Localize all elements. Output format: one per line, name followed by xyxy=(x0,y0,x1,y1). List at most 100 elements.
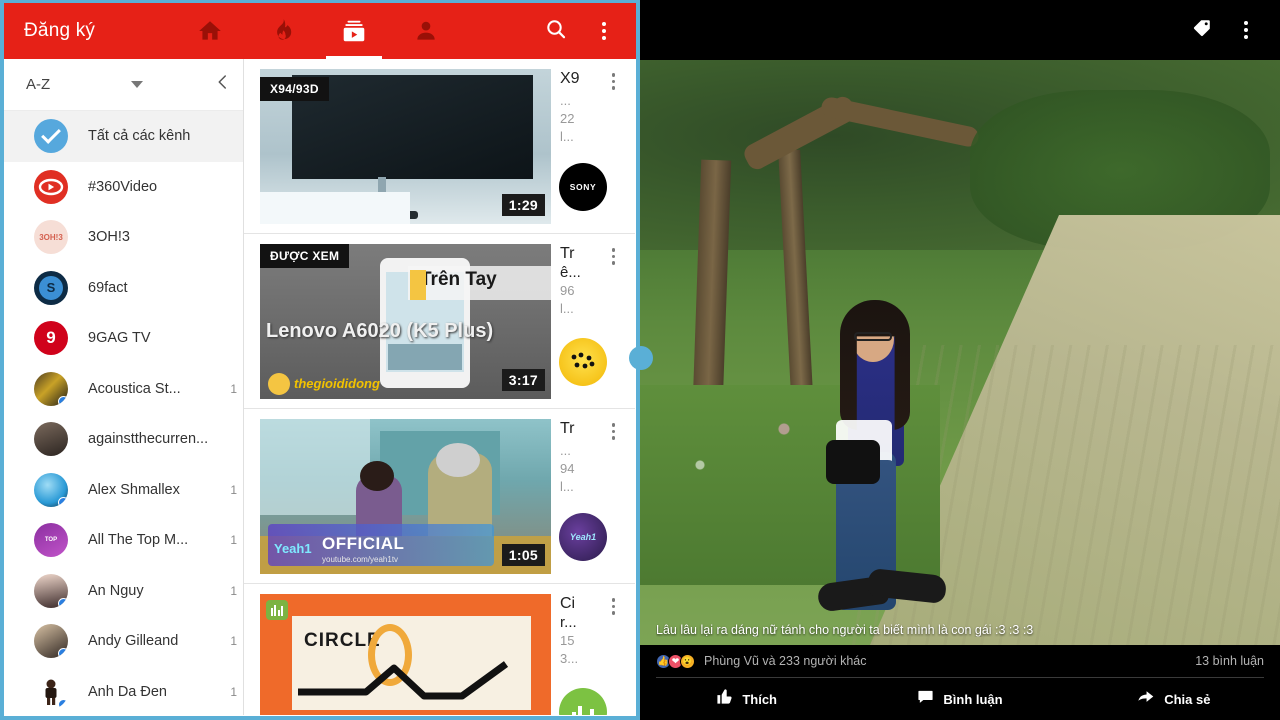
sidebar-item-channel[interactable]: TOP All The Top M... 1 xyxy=(4,515,243,566)
channel-avatar[interactable] xyxy=(559,688,607,715)
channel-avatar-label: Yeah1 xyxy=(569,532,597,542)
video-meta-line: 3... xyxy=(560,651,579,666)
video-feed[interactable]: X94/93D 1:29 X9 ... 22 l... SONY Trên Ta… xyxy=(244,59,635,715)
avatar: 9 xyxy=(34,321,68,356)
video-overflow-menu[interactable] xyxy=(611,73,615,93)
video-meta: Tr ... 94 l... Yeah1 xyxy=(551,419,619,573)
channel-avatar[interactable]: Yeah1 xyxy=(559,513,607,561)
photo-viewer[interactable]: Lâu lâu lại ra dáng nữ tánh cho người ta… xyxy=(640,60,1280,645)
video-title: Tr xyxy=(560,245,575,262)
video-thumbnail[interactable]: Trên Tay Lenovo A6020 (K5 Plus) thegioid… xyxy=(260,244,551,399)
channel-label: Andy Gilleand xyxy=(88,633,179,650)
video-card[interactable]: Trên Tay Lenovo A6020 (K5 Plus) thegioid… xyxy=(244,234,635,409)
sidebar-item-channel[interactable]: Alex Shmallex 1 xyxy=(4,465,243,516)
video-thumbnail[interactable]: CIRCLE 2:26 xyxy=(260,594,551,715)
avatar xyxy=(34,674,68,709)
sidebar-item-channel[interactable]: 9 9GAG TV xyxy=(4,313,243,364)
sidebar-item-channel[interactable]: An Nguy 1 xyxy=(4,566,243,617)
more-options-icon xyxy=(1244,21,1248,39)
sidebar-item-channel[interactable]: Acoustica St... 1 xyxy=(4,364,243,415)
thumbnail-tag: X94/93D xyxy=(260,77,329,101)
sidebar-item-channel[interactable]: S 69fact xyxy=(4,263,243,314)
video-meta-line: 96 xyxy=(560,283,575,298)
avatar: S xyxy=(34,270,68,305)
collapse-sidebar-button[interactable] xyxy=(203,73,243,96)
video-meta-line: ... xyxy=(560,93,571,108)
video-card[interactable]: Yeah1 OFFICIAL youtube.com/yeah1tv 1:05 … xyxy=(244,409,635,584)
photo-caption: Lâu lâu lại ra dáng nữ tánh cho người ta… xyxy=(656,623,1034,637)
reaction-bar: 👍 ❤ 😮 Phùng Vũ và 233 người khác 13 bình… xyxy=(640,645,1280,677)
tab-account[interactable] xyxy=(390,3,462,59)
video-thumbnail[interactable]: Yeah1 OFFICIAL youtube.com/yeah1tv 1:05 xyxy=(260,419,551,574)
chevron-down-icon[interactable] xyxy=(131,81,143,88)
sidebar-item-channel[interactable]: againstthecurren... xyxy=(4,414,243,465)
like-button[interactable]: Thích xyxy=(640,688,853,710)
video-overflow-menu[interactable] xyxy=(611,598,615,618)
share-button-label: Chia sẻ xyxy=(1164,691,1211,707)
video-title: Tr xyxy=(560,420,575,437)
sidebar-item-all-channels[interactable]: Tất cả các kênh xyxy=(4,111,243,162)
channel-count: 1 xyxy=(230,533,237,548)
channel-count: 1 xyxy=(230,381,237,396)
tab-home[interactable] xyxy=(174,3,246,59)
video-duration: 3:17 xyxy=(501,369,545,391)
avatar xyxy=(34,624,68,659)
video-title-cont: ê... xyxy=(560,264,581,281)
thumbnail-title: Lenovo A6020 (K5 Plus) xyxy=(266,320,494,342)
tag-button[interactable] xyxy=(1180,0,1224,60)
comment-count[interactable]: 13 bình luận xyxy=(1195,654,1264,668)
channel-avatar[interactable]: SONY xyxy=(559,163,607,211)
youtube-body: A-Z Tất cả các kênh #360Video 3OH!3 3OH!… xyxy=(4,59,636,715)
tab-trending[interactable] xyxy=(246,3,318,59)
account-person-icon xyxy=(413,18,439,44)
avatar: 3OH!3 xyxy=(34,220,68,255)
comment-button-label: Bình luận xyxy=(943,691,1003,707)
sidebar-item-channel[interactable]: Andy Gilleand 1 xyxy=(4,616,243,667)
share-button[interactable]: Chia sẻ xyxy=(1067,688,1280,710)
thumbs-up-icon xyxy=(716,688,733,710)
channel-count: 1 xyxy=(230,684,237,699)
screen-root: Đăng ký A-Z Tất cả các kênh #360Video 3O… xyxy=(0,0,1280,720)
tag-icon xyxy=(1191,17,1213,44)
channel-label: Anh Da Đen xyxy=(88,683,167,700)
reaction-summary[interactable]: Phùng Vũ và 233 người khác xyxy=(704,654,1195,668)
video-duration: 1:29 xyxy=(501,194,545,216)
video-meta: X9 ... 22 l... SONY xyxy=(551,69,619,223)
thumbnail-headline: Trên Tay xyxy=(420,269,497,290)
more-options-icon xyxy=(602,22,606,40)
channel-avatar[interactable] xyxy=(559,338,607,386)
channel-count: 1 xyxy=(230,482,237,497)
sidebar-item-channel[interactable]: 3OH!3 3OH!3 xyxy=(4,212,243,263)
new-video-badge xyxy=(58,395,68,406)
thumbnail-logo-icon xyxy=(266,600,288,620)
overflow-menu-button[interactable] xyxy=(580,3,628,59)
comment-button[interactable]: Bình luận xyxy=(853,688,1066,710)
avatar xyxy=(34,371,68,406)
youtube-header-actions xyxy=(532,3,628,59)
sidebar-item-channel[interactable]: #360Video xyxy=(4,162,243,213)
sidebar-item-channel[interactable]: Anh Da Đen 1 xyxy=(4,667,243,716)
search-icon xyxy=(544,17,568,46)
video-meta: Ci r... 15 3... xyxy=(551,594,619,715)
sort-label[interactable]: A-Z xyxy=(26,76,131,93)
search-button[interactable] xyxy=(532,3,580,59)
video-card[interactable]: X94/93D 1:29 X9 ... 22 l... SONY xyxy=(244,59,635,234)
channel-label: Alex Shmallex xyxy=(88,481,180,498)
video-title: X9 xyxy=(560,70,580,87)
facebook-window: Lâu lâu lại ra dáng nữ tánh cho người ta… xyxy=(640,0,1280,720)
like-button-label: Thích xyxy=(742,691,777,707)
video-overflow-menu[interactable] xyxy=(611,423,615,443)
tab-subscriptions[interactable] xyxy=(318,3,390,59)
video-card[interactable]: CIRCLE 2:26 xyxy=(244,584,635,715)
facebook-overflow-menu-button[interactable] xyxy=(1224,0,1268,60)
video-overflow-menu[interactable] xyxy=(611,248,615,268)
channel-list[interactable]: Tất cả các kênh #360Video 3OH!3 3OH!3 S … xyxy=(4,111,243,715)
split-screen-drag-handle[interactable] xyxy=(629,346,653,370)
new-video-badge xyxy=(58,597,68,608)
video-thumbnail[interactable]: X94/93D 1:29 xyxy=(260,69,551,224)
channel-label: Tất cả các kênh xyxy=(88,128,191,145)
new-video-badge xyxy=(58,698,68,709)
share-icon xyxy=(1136,688,1155,710)
reaction-icons[interactable]: 👍 ❤ 😮 xyxy=(656,653,695,669)
home-icon xyxy=(197,18,223,44)
